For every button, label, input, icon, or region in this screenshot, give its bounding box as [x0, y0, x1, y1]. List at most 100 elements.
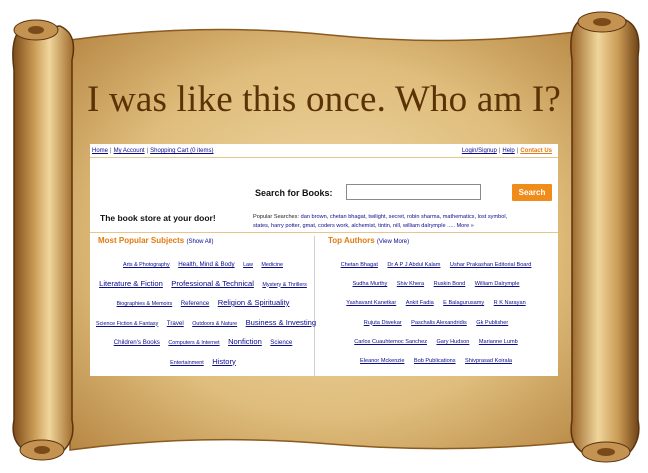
- separator: |: [498, 148, 501, 154]
- search-button[interactable]: Search: [512, 184, 552, 201]
- popular-line-2: states, harry potter, gmat, coders work,…: [253, 222, 553, 231]
- shopping-cart-link[interactable]: Shopping Cart (0 items): [150, 148, 213, 154]
- author-link[interactable]: Chetan Bhagat: [341, 262, 378, 268]
- subject-row: Science Fiction & Fantasy Travel Outdoor…: [94, 312, 316, 332]
- author-link[interactable]: Marianne Lumb: [479, 339, 518, 345]
- subject-link[interactable]: Business & Investing: [246, 318, 317, 327]
- author-row: Yashavant Kanetkar Ankit Fadia E Balagur…: [318, 291, 554, 310]
- author-link[interactable]: Ankit Fadia: [406, 300, 434, 306]
- author-link[interactable]: Carlos Cuauhtemoc Sanchez: [354, 339, 427, 345]
- subject-link[interactable]: Children's Books: [114, 339, 160, 346]
- subject-row: Biographies & Memoirs Reference Religion…: [94, 292, 312, 312]
- headline: I was like this once. Who am I?: [86, 79, 562, 120]
- subject-row: Literature & Fiction Professional & Tech…: [94, 273, 312, 293]
- subject-link[interactable]: Medicine: [261, 262, 283, 268]
- author-row: Chetan Bhagat Dr A P J Abdul Kalam Ushar…: [318, 253, 554, 272]
- subject-link[interactable]: Entertainment: [170, 360, 204, 366]
- popular-link[interactable]: coders work,: [318, 223, 350, 229]
- subject-row: Entertainment History: [94, 351, 312, 371]
- author-link[interactable]: Ushar Prakashan Editorial Board: [450, 262, 531, 268]
- author-links: Chetan Bhagat Dr A P J Abdul Kalam Ushar…: [318, 253, 554, 368]
- popular-link[interactable]: robin sharma,: [407, 214, 441, 220]
- view-more-link[interactable]: (View More): [377, 239, 409, 245]
- subject-link[interactable]: Outdoors & Nature: [192, 321, 237, 327]
- subject-row: Arts & Photography Health, Mind & Body L…: [94, 253, 312, 273]
- popular-link[interactable]: dan brown,: [301, 214, 329, 220]
- popular-link[interactable]: harry potter,: [271, 223, 301, 229]
- authors-heading: Top Authors (View More): [328, 236, 409, 245]
- more-searches-link[interactable]: ..... More »: [447, 223, 474, 229]
- author-link[interactable]: Paschalis Alexandridis: [411, 320, 467, 326]
- website-screenshot: Home | My Account | Shopping Cart (0 items) …: [90, 144, 558, 376]
- subject-link[interactable]: Biographies & Memoirs: [117, 301, 173, 307]
- author-link[interactable]: R K Narayan: [494, 300, 526, 306]
- author-link[interactable]: Sudha Murthy: [352, 281, 387, 287]
- author-row: Sudha Murthy Shiv Khera Ruskin Bond Will…: [318, 272, 554, 291]
- column-divider: [314, 236, 315, 376]
- subject-link[interactable]: Science: [270, 339, 292, 346]
- author-link[interactable]: Dr A P J Abdul Kalam: [387, 262, 440, 268]
- subject-link[interactable]: Arts & Photography: [123, 262, 170, 268]
- subject-link[interactable]: Nonfiction: [228, 337, 262, 346]
- search-label: Search for Books:: [255, 188, 333, 198]
- popular-link[interactable]: nill,: [393, 223, 401, 229]
- author-link[interactable]: Eleanor Mckenzie: [360, 358, 404, 364]
- popular-link[interactable]: secret,: [389, 214, 406, 220]
- subjects-heading: Most Popular Subjects (Show All): [98, 236, 213, 245]
- author-link[interactable]: Ruskin Bond: [434, 281, 466, 287]
- author-link[interactable]: Gary Hudson: [436, 339, 469, 345]
- author-link[interactable]: Gk Publisher: [476, 320, 508, 326]
- author-link[interactable]: Bob Publications: [414, 358, 456, 364]
- author-link[interactable]: Yashavant Kanetkar: [346, 300, 396, 306]
- tagline: The book store at your door!: [100, 213, 216, 223]
- subject-link[interactable]: Computers & Internet: [168, 340, 219, 346]
- subject-link[interactable]: Science Fiction & Fantasy: [96, 321, 158, 327]
- separator: |: [516, 148, 519, 154]
- top-nav: Home | My Account | Shopping Cart (0 items): [92, 148, 214, 154]
- subject-link[interactable]: Professional & Technical: [171, 279, 254, 288]
- logo-area[interactable]: [98, 164, 216, 206]
- separator: |: [110, 148, 112, 154]
- login-signup-link[interactable]: Login/Signup: [462, 148, 497, 154]
- divider: [90, 157, 558, 158]
- author-link[interactable]: Shiv Khera: [397, 281, 424, 287]
- subject-links: Arts & Photography Health, Mind & Body L…: [94, 253, 316, 371]
- popular-link[interactable]: tintin,: [378, 223, 391, 229]
- home-link[interactable]: Home: [92, 148, 108, 154]
- author-row: Carlos Cuauhtemoc Sanchez Gary Hudson Ma…: [318, 330, 554, 349]
- subject-link[interactable]: Reference: [181, 300, 210, 307]
- popular-link[interactable]: alchemist,: [351, 223, 376, 229]
- subject-link[interactable]: Literature & Fiction: [99, 279, 163, 288]
- author-row: Rujuta Diwekar Paschalis Alexandridis Gk…: [318, 311, 554, 330]
- popular-link[interactable]: gmat,: [302, 223, 316, 229]
- separator: |: [146, 148, 149, 154]
- subject-link[interactable]: Travel: [167, 320, 184, 327]
- popular-link[interactable]: lost symbol,: [478, 214, 508, 220]
- subject-link[interactable]: Religion & Spirituality: [218, 298, 290, 307]
- subject-link[interactable]: History: [212, 357, 236, 366]
- popular-link[interactable]: mathematics,: [443, 214, 476, 220]
- popular-link[interactable]: chetan bhagat,: [330, 214, 367, 220]
- subject-link[interactable]: Law: [243, 262, 253, 268]
- popular-label: Popular Searches:: [253, 214, 300, 220]
- subject-link[interactable]: Health, Mind & Body: [178, 261, 234, 268]
- search-input[interactable]: [346, 184, 481, 200]
- subject-row: Children's Books Computers & Internet No…: [94, 331, 312, 351]
- author-link[interactable]: E Balagurusamy: [443, 300, 484, 306]
- popular-link[interactable]: william dalrymple: [403, 223, 446, 229]
- show-all-link[interactable]: (Show All): [186, 239, 213, 245]
- author-link[interactable]: Shivprasad Koirala: [465, 358, 512, 364]
- divider: [90, 232, 558, 233]
- popular-link[interactable]: twilight,: [368, 214, 387, 220]
- popular-link[interactable]: states,: [253, 223, 269, 229]
- subject-link[interactable]: Mystery & Thrillers: [262, 282, 307, 288]
- contact-us-link[interactable]: Contact Us: [520, 148, 552, 154]
- author-link[interactable]: Rujuta Diwekar: [364, 320, 402, 326]
- help-link[interactable]: Help: [502, 148, 514, 154]
- author-link[interactable]: William Dalrymple: [475, 281, 520, 287]
- my-account-link[interactable]: My Account: [114, 148, 145, 154]
- popular-searches: Popular Searches: dan brown, chetan bhag…: [253, 213, 553, 231]
- popular-line-1: Popular Searches: dan brown, chetan bhag…: [253, 213, 553, 222]
- author-row: Eleanor Mckenzie Bob Publications Shivpr…: [318, 349, 554, 368]
- account-nav: Login/Signup | Help | Contact Us: [462, 148, 552, 154]
